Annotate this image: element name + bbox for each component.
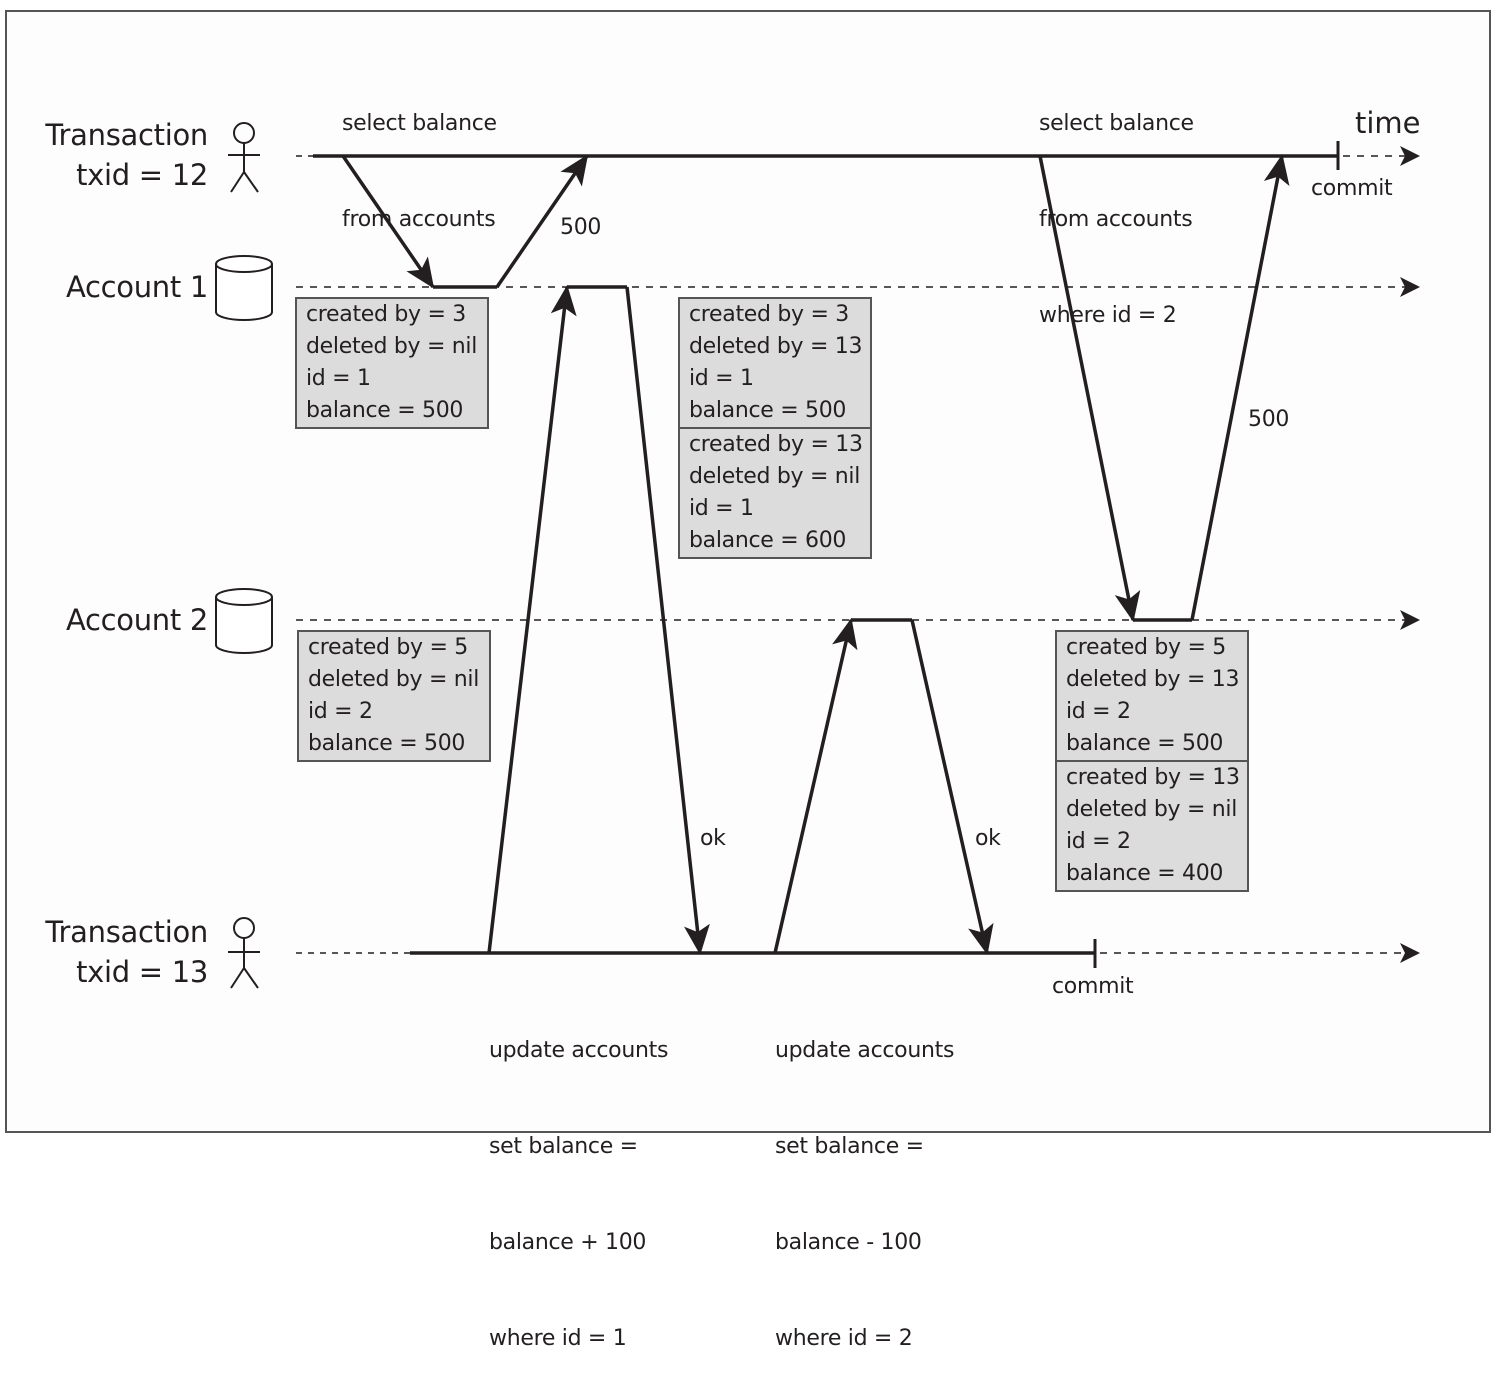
actor-tx13: Transaction txid = 13 xyxy=(20,912,208,992)
rows-account1-after: created by = 3 deleted by = 13 id = 1 ba… xyxy=(678,297,872,559)
actor-tx12: Transaction txid = 12 xyxy=(20,115,208,195)
commit-label-tx12: commit xyxy=(1311,176,1393,201)
row-version: created by = 5 deleted by = 13 id = 2 ba… xyxy=(1055,630,1249,762)
response-update1: ok xyxy=(700,826,726,851)
diagram-canvas xyxy=(215,122,1420,989)
actor-title: Transaction xyxy=(45,915,208,949)
query-update-id1: update accounts set balance = balance + … xyxy=(489,1038,669,1351)
query-update-id2: update accounts set balance = balance - … xyxy=(775,1038,955,1351)
response-update2: ok xyxy=(975,826,1001,851)
query-select-id2: select balance from accounts where id = … xyxy=(1039,111,1194,328)
response-select1: 500 xyxy=(560,215,602,240)
database-icon xyxy=(215,588,273,654)
message-update-account2 xyxy=(773,618,994,955)
row-version: created by = 13 deleted by = nil id = 2 … xyxy=(1055,760,1249,892)
person-icon xyxy=(228,122,260,193)
commit-label-tx13: commit xyxy=(1052,974,1134,999)
rows-account2-after: created by = 5 deleted by = 13 id = 2 ba… xyxy=(1055,630,1249,892)
rows-account1-initial: created by = 3 deleted by = nil id = 1 b… xyxy=(295,297,489,429)
actor-title: Transaction xyxy=(45,118,208,152)
actor-txid: txid = 12 xyxy=(76,158,208,192)
actor-txid: txid = 13 xyxy=(76,955,208,989)
row-version: created by = 5 deleted by = nil id = 2 b… xyxy=(297,630,491,762)
row-version: created by = 13 deleted by = nil id = 1 … xyxy=(678,427,872,559)
row-version: created by = 3 deleted by = 13 id = 1 ba… xyxy=(678,297,872,429)
row-version: created by = 3 deleted by = nil id = 1 b… xyxy=(295,297,489,429)
person-icon xyxy=(228,917,260,989)
rows-account2-initial: created by = 5 deleted by = nil id = 2 b… xyxy=(297,630,491,762)
response-select2: 500 xyxy=(1248,407,1290,432)
database-icon xyxy=(215,255,273,321)
actor-account1: Account 1 xyxy=(65,270,208,304)
lifeline-tx13 xyxy=(296,939,1420,968)
time-axis-label: time xyxy=(1355,106,1421,140)
actor-account2: Account 2 xyxy=(65,603,208,637)
